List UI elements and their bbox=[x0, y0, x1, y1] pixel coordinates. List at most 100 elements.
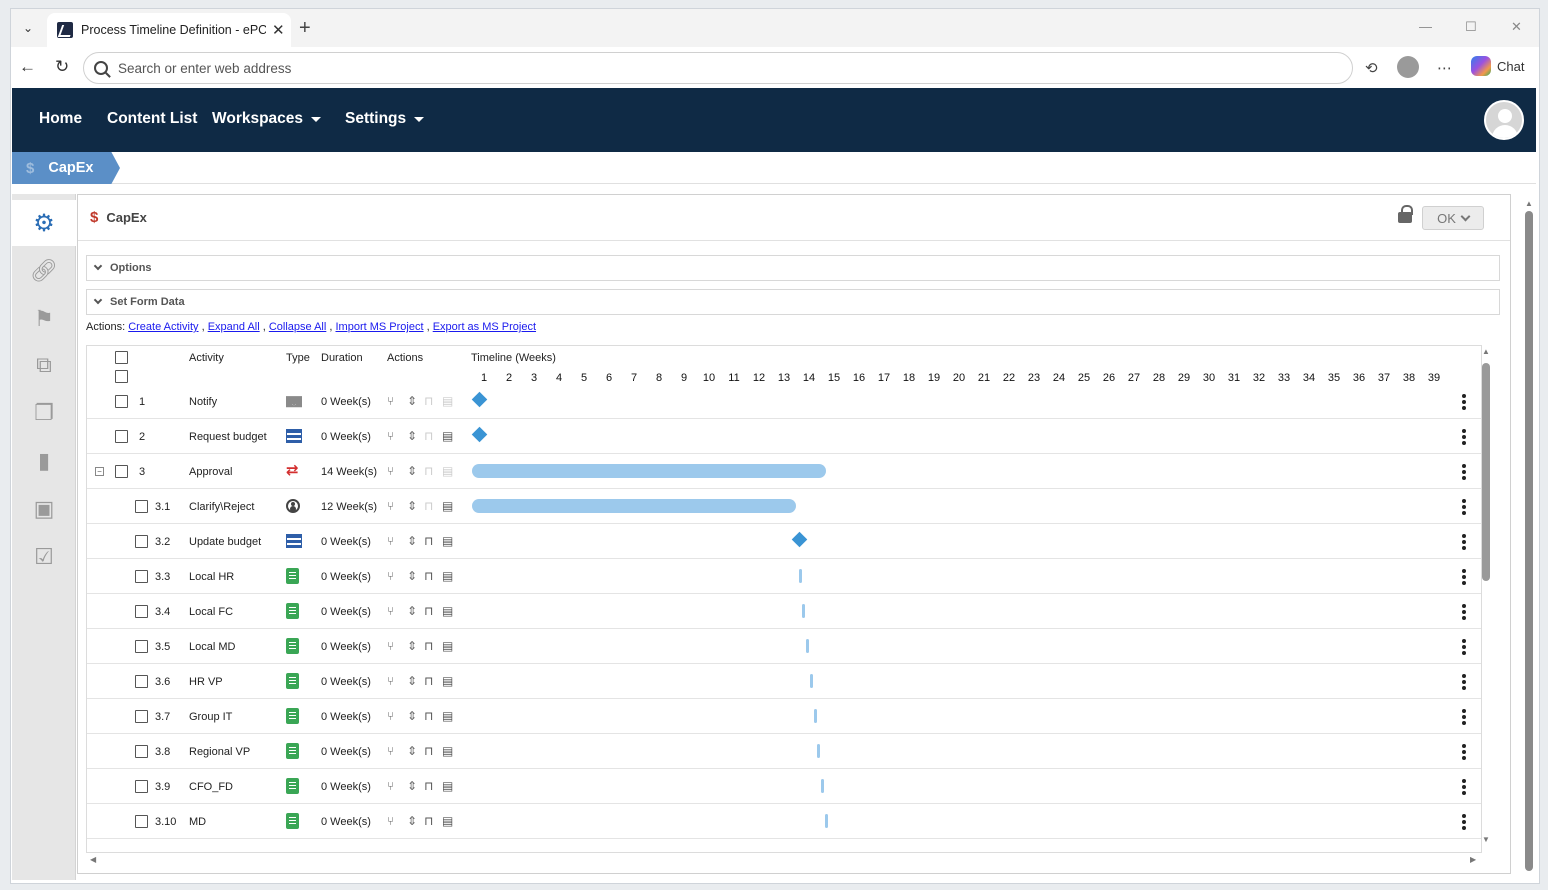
table-row[interactable]: 3.8 Regional VP 0 Week(s) ⑂ ⇕ ⊓ ▤ bbox=[87, 734, 1481, 769]
url-box[interactable] bbox=[83, 52, 1353, 84]
more-dots-icon[interactable]: ⋯ bbox=[1437, 59, 1452, 77]
scroll-up-icon[interactable]: ▲ bbox=[1482, 347, 1490, 356]
milestone-diamond[interactable] bbox=[791, 531, 808, 548]
maximize-icon[interactable]: ☐ bbox=[1465, 19, 1477, 35]
activity-name[interactable]: Update budget bbox=[189, 536, 261, 548]
branch-icon[interactable]: ⑂ bbox=[387, 709, 394, 723]
row-menu-kebab-icon[interactable] bbox=[1462, 709, 1466, 725]
form-edit-icon[interactable]: ▤ bbox=[442, 604, 453, 618]
form-edit-icon[interactable]: ▤ bbox=[442, 814, 453, 828]
user-avatar[interactable] bbox=[1484, 100, 1524, 140]
collapse-all-link[interactable]: Collapse All bbox=[269, 321, 326, 333]
breadcrumb-capex[interactable]: $ CapEx bbox=[12, 152, 120, 184]
row-checkbox[interactable] bbox=[135, 745, 148, 758]
timeline-tick[interactable] bbox=[809, 674, 813, 688]
connector-icon[interactable]: ⊓ bbox=[424, 464, 433, 478]
timeline-tick[interactable] bbox=[802, 604, 806, 618]
row-checkbox[interactable] bbox=[135, 780, 148, 793]
grid-horizontal-scrollbar[interactable]: ◀ ▶ bbox=[86, 855, 1482, 865]
move-updown-icon[interactable]: ⇕ bbox=[407, 429, 417, 443]
options-section-header[interactable]: Options bbox=[86, 255, 1500, 281]
row-menu-kebab-icon[interactable] bbox=[1462, 744, 1466, 760]
table-row[interactable]: 3.6 HR VP 0 Week(s) ⑂ ⇕ ⊓ ▤ bbox=[87, 664, 1481, 699]
move-updown-icon[interactable]: ⇕ bbox=[407, 744, 417, 758]
connector-icon[interactable]: ⊓ bbox=[424, 499, 433, 513]
move-updown-icon[interactable]: ⇕ bbox=[407, 499, 417, 513]
row-menu-kebab-icon[interactable] bbox=[1462, 814, 1466, 830]
row-checkbox[interactable] bbox=[135, 535, 148, 548]
row-menu-kebab-icon[interactable] bbox=[1462, 569, 1466, 585]
grid-scroll-thumb[interactable] bbox=[1482, 363, 1490, 581]
table-row[interactable]: 1 Notify 0 Week(s) ⑂ ⇕ ⊓ ▤ bbox=[87, 384, 1481, 419]
scroll-right-icon[interactable]: ▶ bbox=[1470, 855, 1476, 864]
form-edit-icon[interactable]: ▤ bbox=[442, 499, 453, 513]
nav-settings[interactable]: Settings bbox=[345, 110, 425, 128]
row-checkbox[interactable] bbox=[115, 465, 128, 478]
lock-icon[interactable] bbox=[1398, 205, 1413, 224]
refresh-icon[interactable]: ↻ bbox=[55, 57, 69, 77]
connector-icon[interactable]: ⊓ bbox=[424, 429, 433, 443]
chat-button[interactable]: Chat bbox=[1471, 56, 1524, 76]
sidebar-item-copy[interactable]: ❐ bbox=[12, 390, 76, 436]
row-checkbox[interactable] bbox=[115, 430, 128, 443]
activity-name[interactable]: Clarify\Reject bbox=[189, 501, 254, 513]
connector-icon[interactable]: ⊓ bbox=[424, 394, 433, 408]
move-updown-icon[interactable]: ⇕ bbox=[407, 464, 417, 478]
branch-icon[interactable]: ⑂ bbox=[387, 814, 394, 828]
scroll-down-icon[interactable]: ▼ bbox=[1482, 835, 1490, 844]
create-activity-link[interactable]: Create Activity bbox=[128, 321, 198, 333]
branch-icon[interactable]: ⑂ bbox=[387, 604, 394, 618]
activity-name[interactable]: Notify bbox=[189, 396, 217, 408]
row-checkbox[interactable] bbox=[135, 500, 148, 513]
connector-icon[interactable]: ⊓ bbox=[424, 569, 433, 583]
form-edit-icon[interactable]: ▤ bbox=[442, 779, 453, 793]
row-checkbox[interactable] bbox=[135, 675, 148, 688]
activity-name[interactable]: Regional VP bbox=[189, 746, 250, 758]
timeline-tick[interactable] bbox=[806, 639, 809, 653]
milestone-diamond[interactable] bbox=[471, 391, 488, 408]
branch-icon[interactable]: ⑂ bbox=[387, 639, 394, 653]
timeline-tick[interactable] bbox=[798, 569, 802, 583]
row-menu-kebab-icon[interactable] bbox=[1462, 674, 1466, 690]
table-row[interactable]: 3.5 Local MD 0 Week(s) ⑂ ⇕ ⊓ ▤ bbox=[87, 629, 1481, 664]
sidebar-item-documents[interactable]: ▣ bbox=[12, 486, 76, 532]
form-edit-icon[interactable]: ▤ bbox=[442, 534, 453, 548]
row-menu-kebab-icon[interactable] bbox=[1462, 779, 1466, 795]
move-updown-icon[interactable]: ⇕ bbox=[407, 569, 417, 583]
branch-icon[interactable]: ⑂ bbox=[387, 744, 394, 758]
page-vertical-scrollbar[interactable]: ▲ bbox=[1521, 199, 1535, 875]
connector-icon[interactable]: ⊓ bbox=[424, 779, 433, 793]
tab-list-chevron-icon[interactable]: ⌄ bbox=[17, 17, 39, 39]
connector-icon[interactable]: ⊓ bbox=[424, 604, 433, 618]
timeline-tick[interactable] bbox=[824, 814, 828, 828]
connector-icon[interactable]: ⊓ bbox=[424, 814, 433, 828]
branch-icon[interactable]: ⑂ bbox=[387, 394, 394, 408]
minimize-icon[interactable]: — bbox=[1419, 19, 1432, 34]
expand-all-link[interactable]: Expand All bbox=[208, 321, 260, 333]
select-all-checkbox-2[interactable] bbox=[115, 370, 128, 383]
row-checkbox[interactable] bbox=[135, 640, 148, 653]
form-edit-icon[interactable]: ▤ bbox=[442, 709, 453, 723]
table-row[interactable]: 3.9 CFO_FD 0 Week(s) ⑂ ⇕ ⊓ ▤ bbox=[87, 769, 1481, 804]
row-menu-kebab-icon[interactable] bbox=[1462, 499, 1466, 515]
ok-dropdown-button[interactable]: OK bbox=[1422, 206, 1484, 230]
connector-icon[interactable]: ⊓ bbox=[424, 534, 433, 548]
row-checkbox[interactable] bbox=[135, 570, 148, 583]
table-row[interactable]: − 3 Approval ⇄ 14 Week(s) ⑂ ⇕ ⊓ ▤ bbox=[87, 454, 1481, 489]
import-ms-project-link[interactable]: Import MS Project bbox=[336, 321, 424, 333]
profile-avatar[interactable] bbox=[1397, 56, 1419, 78]
sidebar-item-checklist[interactable]: ☑ bbox=[12, 534, 76, 580]
move-updown-icon[interactable]: ⇕ bbox=[407, 674, 417, 688]
sidebar-item-links[interactable]: 🔗︎ bbox=[12, 248, 76, 294]
back-arrow-icon[interactable]: ← bbox=[19, 57, 36, 77]
table-row[interactable]: 3.2 Update budget 0 Week(s) ⑂ ⇕ ⊓ ▤ bbox=[87, 524, 1481, 559]
row-menu-kebab-icon[interactable] bbox=[1462, 394, 1466, 410]
window-close-icon[interactable]: ✕ bbox=[1511, 19, 1522, 35]
branch-icon[interactable]: ⑂ bbox=[387, 569, 394, 583]
activity-name[interactable]: Request budget bbox=[189, 431, 267, 443]
activity-name[interactable]: Local MD bbox=[189, 641, 235, 653]
new-tab-plus-icon[interactable]: + bbox=[299, 17, 311, 40]
move-updown-icon[interactable]: ⇕ bbox=[407, 814, 417, 828]
page-scroll-up-icon[interactable]: ▲ bbox=[1525, 199, 1533, 208]
scroll-left-icon[interactable]: ◀ bbox=[90, 855, 96, 864]
